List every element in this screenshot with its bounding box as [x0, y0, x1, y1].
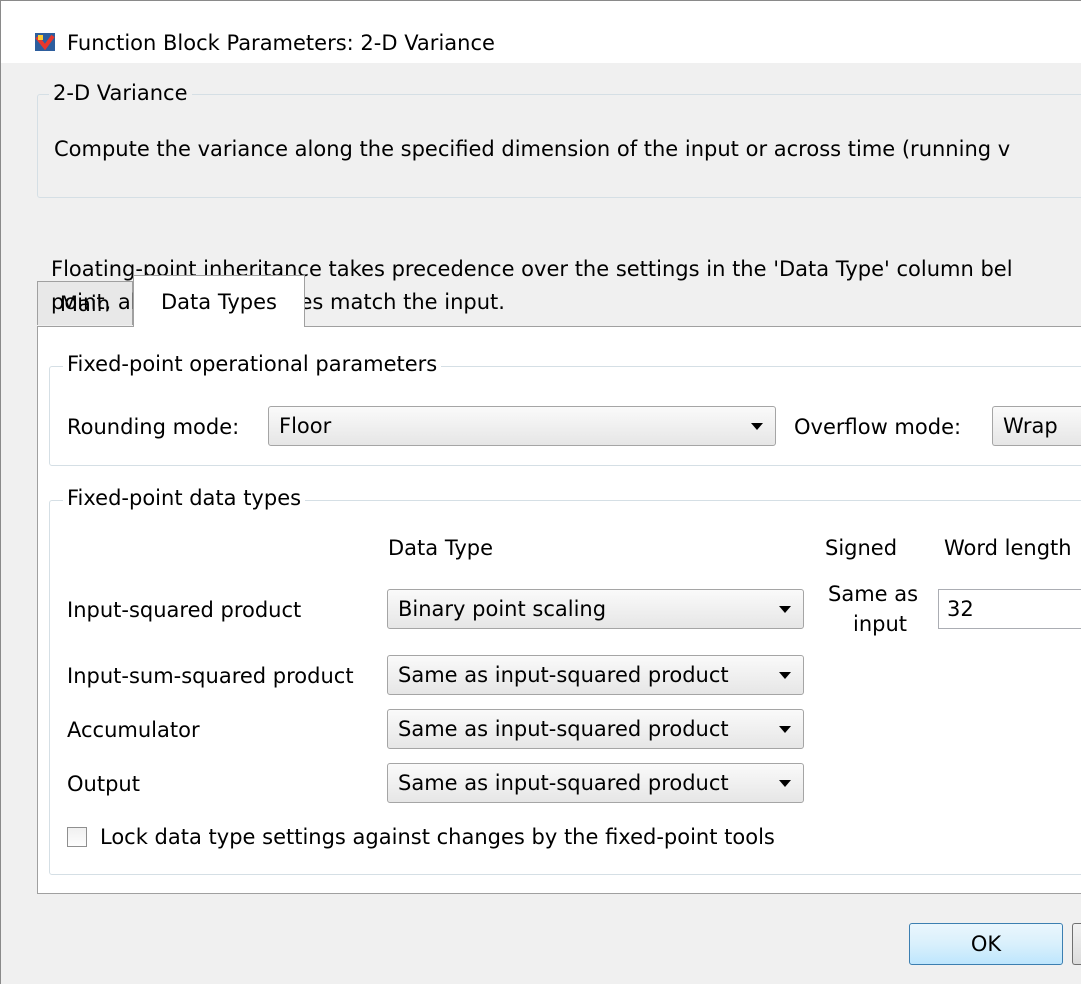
cancel-button[interactable]: [1072, 923, 1081, 965]
accumulator-label: Accumulator: [67, 718, 200, 742]
operational-parameters-legend: Fixed-point operational parameters: [63, 352, 442, 376]
chevron-down-icon: [779, 672, 791, 679]
rounding-mode-dropdown[interactable]: Floor: [268, 406, 776, 446]
window-title: Function Block Parameters: 2-D Variance: [67, 31, 495, 55]
word-length-value: 32: [947, 597, 974, 621]
block-name-legend: 2-D Variance: [49, 81, 192, 105]
dialog-window: Function Block Parameters: 2-D Variance …: [0, 0, 1081, 984]
output-label: Output: [67, 772, 140, 796]
input-sum-squared-product-dropdown[interactable]: Same as input-squared product: [387, 655, 804, 695]
accumulator-value: Same as input-squared product: [398, 717, 729, 741]
chevron-down-icon: [779, 780, 791, 787]
input-squared-product-value: Binary point scaling: [398, 597, 607, 621]
overflow-mode-label: Overflow mode:: [794, 415, 962, 439]
overflow-mode-dropdown[interactable]: Wrap: [992, 406, 1081, 446]
rounding-mode-label: Rounding mode:: [67, 415, 240, 439]
column-header-word-length: Word length: [944, 536, 1072, 560]
accumulator-dropdown[interactable]: Same as input-squared product: [387, 709, 804, 749]
block-description: Compute the variance along the specified…: [54, 137, 1011, 161]
output-value: Same as input-squared product: [398, 771, 729, 795]
tab-data-types-label: Data Types: [161, 289, 277, 314]
rounding-mode-value: Floor: [279, 414, 332, 438]
column-header-data-type: Data Type: [388, 536, 494, 560]
output-dropdown[interactable]: Same as input-squared product: [387, 763, 804, 803]
tab-data-types[interactable]: Data Types: [133, 275, 305, 327]
simulink-block-icon: [35, 33, 55, 51]
overflow-mode-value: Wrap: [1003, 414, 1058, 438]
word-length-input[interactable]: 32: [938, 589, 1081, 629]
input-squared-product-dropdown[interactable]: Binary point scaling: [387, 589, 804, 629]
ok-button[interactable]: OK: [909, 923, 1063, 965]
chevron-down-icon: [779, 726, 791, 733]
ok-button-label: OK: [970, 932, 1002, 956]
lock-data-type-label[interactable]: Lock data type settings against changes …: [100, 825, 775, 849]
signed-value-line1: Same as: [828, 582, 919, 606]
signed-value-line2: input: [853, 612, 908, 636]
input-sum-squared-product-label: Input-sum-squared product: [67, 664, 354, 688]
chevron-down-icon: [751, 423, 763, 430]
lock-data-type-checkbox[interactable]: [67, 827, 87, 847]
input-sum-squared-product-value: Same as input-squared product: [398, 663, 729, 687]
input-squared-product-label: Input-squared product: [67, 598, 302, 622]
column-header-signed: Signed: [825, 536, 898, 560]
chevron-down-icon: [779, 606, 791, 613]
fixed-point-data-types-legend: Fixed-point data types: [63, 486, 306, 510]
title-bar[interactable]: Function Block Parameters: 2-D Variance: [1, 1, 1081, 63]
